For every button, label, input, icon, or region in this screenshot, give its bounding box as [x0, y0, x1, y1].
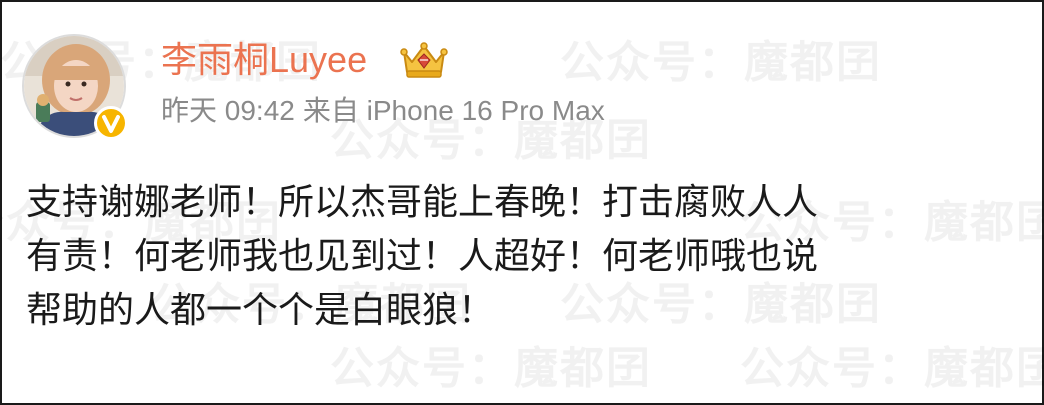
- post-content: 支持谢娜老师！所以杰哥能上春晚！打击腐败人人 有责！何老师我也见到过！人超好！何…: [26, 176, 1026, 338]
- content-line: 有责！何老师我也见到过！人超好！何老师哦也说: [26, 236, 819, 277]
- vip-crown-icon[interactable]: [398, 40, 450, 82]
- content-line: 帮助的人都一个个是白眼狼！: [26, 290, 495, 331]
- verified-badge-icon: [94, 106, 128, 140]
- post-source: 来自 iPhone 16 Pro Max: [302, 95, 605, 126]
- author-name[interactable]: 李雨桐Luyee: [161, 38, 367, 82]
- post-time[interactable]: 昨天 09:42: [161, 95, 295, 126]
- content-line: 支持谢娜老师！所以杰哥能上春晚！打击腐败人人: [26, 182, 819, 223]
- post-meta: 昨天 09:42 来自 iPhone 16 Pro Max: [161, 92, 613, 130]
